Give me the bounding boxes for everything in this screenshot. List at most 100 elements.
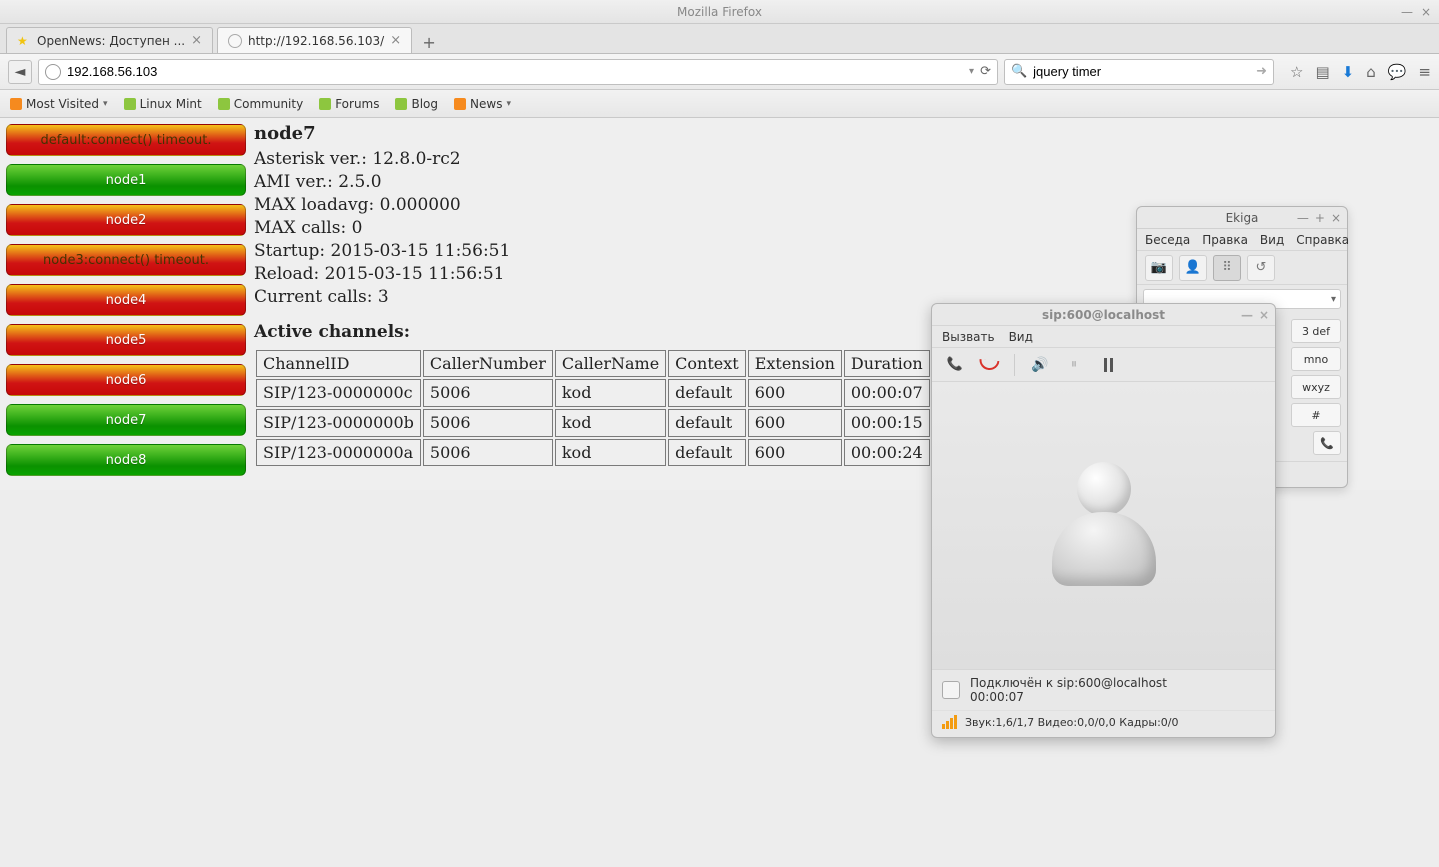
- speaker-icon[interactable]: [1027, 353, 1053, 377]
- window-close-icon[interactable]: ×: [1259, 308, 1269, 322]
- table-cell: 00:00:15: [844, 409, 930, 437]
- table-cell: kod: [555, 409, 666, 437]
- node-button[interactable]: node3:connect() timeout.: [6, 244, 246, 276]
- window-title: Mozilla Firefox: [677, 5, 762, 19]
- node-button[interactable]: node8: [6, 444, 246, 476]
- call-stats-bar: Звук:1,6/1,7 Видео:0,0/0,0 Кадры:0/0: [932, 710, 1275, 737]
- tab-active[interactable]: http://192.168.56.103/ ×: [217, 27, 412, 53]
- menu-call[interactable]: Вызвать: [942, 330, 995, 344]
- window-minimize-icon[interactable]: —: [1401, 5, 1413, 19]
- mint-icon: [218, 98, 230, 110]
- table-cell: 00:00:24: [844, 439, 930, 467]
- pause-icon[interactable]: [1095, 353, 1121, 377]
- search-bar[interactable]: 🔍 ➜: [1004, 59, 1274, 85]
- rss-icon: [10, 98, 22, 110]
- info-asterisk: Asterisk ver.: 12.8.0-rc2: [254, 148, 991, 171]
- table-cell: SIP/123-0000000b: [256, 409, 421, 437]
- info-current: Current calls: 3: [254, 286, 991, 309]
- table-cell: SIP/123-0000000c: [256, 379, 421, 407]
- library-icon[interactable]: ▤: [1315, 63, 1329, 81]
- reload-icon[interactable]: ⟳: [980, 64, 991, 79]
- window-minimize-icon[interactable]: —: [1297, 211, 1309, 225]
- bookmark-community[interactable]: Community: [218, 97, 303, 111]
- window-minimize-icon[interactable]: —: [1241, 308, 1253, 322]
- menu-edit[interactable]: Правка: [1202, 233, 1248, 247]
- chevron-down-icon: ▾: [506, 99, 511, 109]
- bookmark-linux-mint[interactable]: Linux Mint: [124, 97, 202, 111]
- ekiga-titlebar[interactable]: Ekiga — + ×: [1137, 207, 1347, 229]
- node-button[interactable]: node4: [6, 284, 246, 316]
- chevron-down-icon[interactable]: ▾: [969, 66, 974, 77]
- bookmark-blog[interactable]: Blog: [395, 97, 438, 111]
- node-info: node7 Asterisk ver.: 12.8.0-rc2 AMI ver.…: [248, 122, 997, 486]
- bookmark-star-icon[interactable]: ☆: [1290, 63, 1303, 81]
- table-header: ChannelID: [256, 350, 421, 378]
- close-icon[interactable]: ×: [390, 33, 401, 48]
- node-button[interactable]: node6: [6, 364, 246, 396]
- window-close-icon[interactable]: ×: [1421, 5, 1431, 19]
- call-status-bar: Подключён к sip:600@localhost 00:00:07: [932, 669, 1275, 710]
- dialpad-icon[interactable]: ⠿: [1213, 255, 1241, 281]
- table-cell: default: [668, 409, 746, 437]
- window-close-icon[interactable]: ×: [1331, 211, 1341, 225]
- history-icon[interactable]: ↺: [1247, 255, 1275, 281]
- back-button[interactable]: ◄: [8, 60, 32, 84]
- info-loadavg: MAX loadavg: 0.000000: [254, 194, 991, 217]
- node-button[interactable]: default:connect() timeout.: [6, 124, 246, 156]
- hold-icon[interactable]: ⏸: [1061, 353, 1087, 377]
- tab-label: OpenNews: Доступен ...: [37, 34, 185, 48]
- key-6[interactable]: mno: [1291, 347, 1341, 371]
- node-button[interactable]: node5: [6, 324, 246, 356]
- globe-icon: [45, 64, 61, 80]
- key-3[interactable]: 3 def: [1291, 319, 1341, 343]
- answer-icon[interactable]: 📞: [942, 353, 968, 377]
- node-button[interactable]: node2: [6, 204, 246, 236]
- chevron-down-icon: ▾: [103, 99, 108, 109]
- separator: [1014, 354, 1015, 376]
- table-header: CallerNumber: [423, 350, 553, 378]
- key-hash[interactable]: #: [1291, 403, 1341, 427]
- key-9[interactable]: wxyz: [1291, 375, 1341, 399]
- avatar-icon: [1044, 456, 1164, 596]
- info-reload: Reload: 2015-03-15 11:56:51: [254, 263, 991, 286]
- download-icon[interactable]: ⬇: [1342, 63, 1355, 81]
- video-area: [932, 382, 1275, 669]
- home-icon[interactable]: ⌂: [1366, 63, 1376, 81]
- new-tab-button[interactable]: +: [416, 31, 442, 53]
- bookmark-most-visited[interactable]: Most Visited ▾: [10, 97, 108, 111]
- node-button[interactable]: node7: [6, 404, 246, 436]
- search-input[interactable]: [1033, 64, 1250, 79]
- tab-opennews[interactable]: ★ OpenNews: Доступен ... ×: [6, 27, 213, 53]
- chat-icon[interactable]: 💬: [1388, 63, 1407, 81]
- hangup-icon[interactable]: [976, 353, 1002, 377]
- navbar: ◄ ▾ ⟳ 🔍 ➜ ☆ ▤ ⬇ ⌂ 💬 ≡: [0, 54, 1439, 90]
- menu-icon[interactable]: ≡: [1418, 63, 1431, 81]
- bookmark-forums[interactable]: Forums: [319, 97, 379, 111]
- active-channels-header: Active channels:: [254, 321, 991, 344]
- info-ami: AMI ver.: 2.5.0: [254, 171, 991, 194]
- webcam-icon: [942, 681, 960, 699]
- chevron-down-icon[interactable]: ▾: [1331, 294, 1336, 305]
- mint-icon: [395, 98, 407, 110]
- call-stats: Звук:1,6/1,7 Видео:0,0/0,0 Кадры:0/0: [965, 716, 1179, 729]
- window-maximize-icon[interactable]: +: [1315, 211, 1325, 225]
- menu-view[interactable]: Вид: [1009, 330, 1033, 344]
- camera-icon[interactable]: 📷: [1145, 255, 1173, 281]
- menu-chat[interactable]: Беседа: [1145, 233, 1190, 247]
- call-icon[interactable]: 📞: [1313, 431, 1341, 455]
- star-icon: ★: [17, 34, 31, 48]
- channels-table: ChannelIDCallerNumberCallerNameContextEx…: [254, 348, 991, 468]
- call-menubar: Вызвать Вид: [932, 326, 1275, 348]
- url-bar[interactable]: ▾ ⟳: [38, 59, 998, 85]
- close-icon[interactable]: ×: [191, 33, 202, 48]
- node-button[interactable]: node1: [6, 164, 246, 196]
- url-input[interactable]: [67, 64, 963, 79]
- bookmark-news[interactable]: News ▾: [454, 97, 511, 111]
- call-titlebar[interactable]: sip:600@localhost — ×: [932, 304, 1275, 326]
- person-icon[interactable]: 👤: [1179, 255, 1207, 281]
- table-cell: SIP/123-0000000a: [256, 439, 421, 467]
- menu-help[interactable]: Справка: [1296, 233, 1349, 247]
- menu-view[interactable]: Вид: [1260, 233, 1284, 247]
- table-header: Extension: [748, 350, 842, 378]
- search-go-icon[interactable]: ➜: [1256, 64, 1267, 79]
